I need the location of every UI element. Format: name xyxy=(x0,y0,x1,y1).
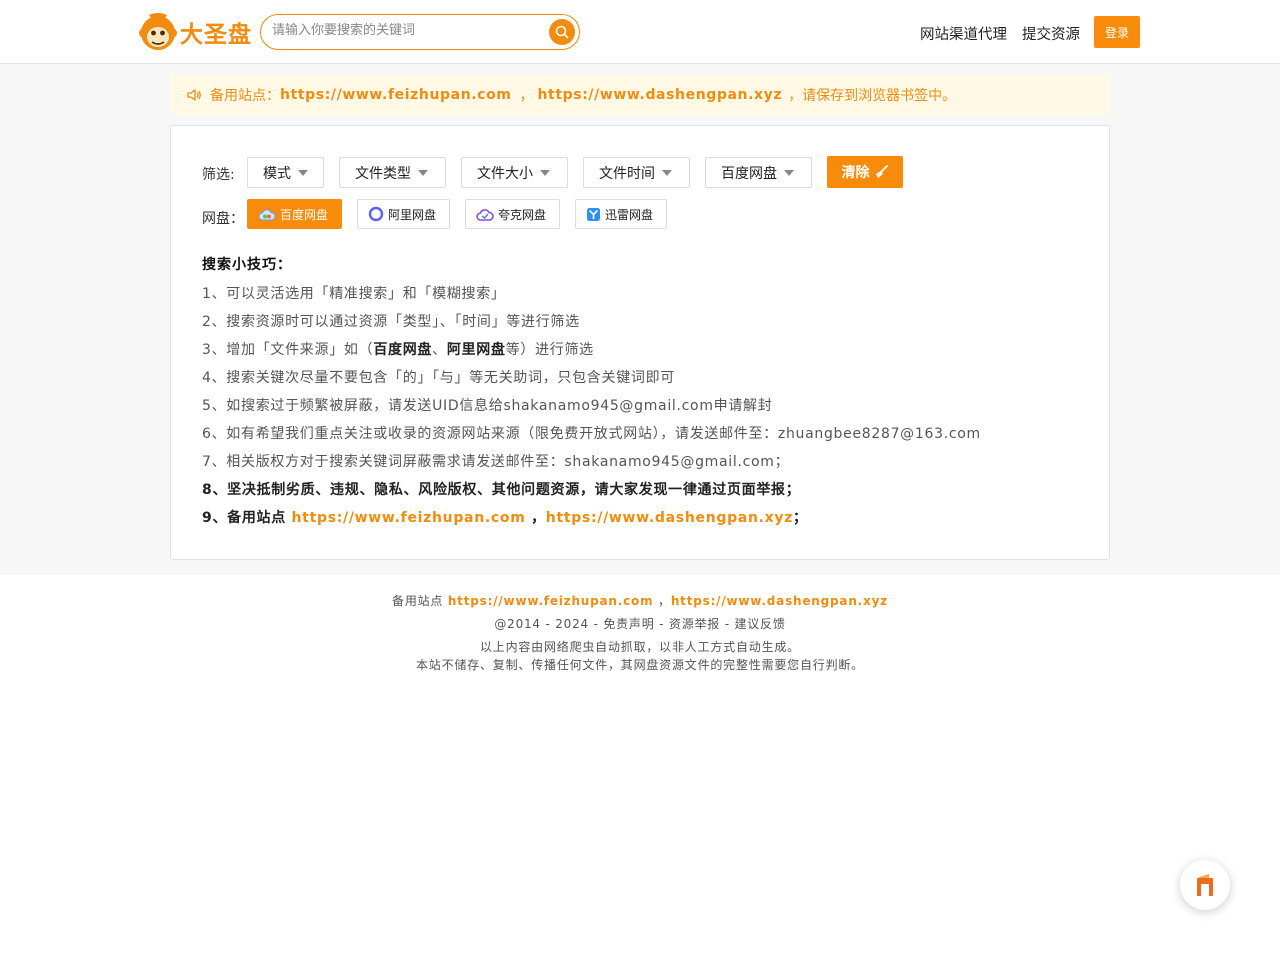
tip-2: 2、搜索资源时可以通过资源「类型」、「时间」等进行筛选 xyxy=(202,314,580,330)
file-time-dropdown[interactable]: 文件时间 xyxy=(583,157,690,188)
logo[interactable]: 大圣盘 xyxy=(139,11,252,53)
pan-xunlei[interactable]: 迅雷网盘 xyxy=(575,199,667,229)
pan-xunlei-label: 迅雷网盘 xyxy=(605,207,654,222)
tip-6: 6、如有希望我们重点关注或收录的资源网站来源（限免费开放式网站），请发送邮件至：… xyxy=(202,426,981,442)
chevron-down-icon xyxy=(540,169,550,176)
clear-button[interactable]: 清除 xyxy=(827,156,903,188)
quark-cloud-icon xyxy=(476,208,494,221)
file-size-dropdown-label: 文件大小 xyxy=(477,165,533,182)
clear-button-label: 清除 xyxy=(841,165,870,181)
tip-9-url-1[interactable]: https://www.feizhupan.com xyxy=(292,510,526,526)
tip-9: 9、备用站点 https://www.feizhupan.com ，https:… xyxy=(202,507,808,527)
footer-url-2[interactable]: https://www.dashengpan.xyz xyxy=(671,594,888,608)
footer-disclaimer-link[interactable]: 免责声明 xyxy=(603,617,654,631)
notice-url-1[interactable]: https://www.feizhupan.com xyxy=(280,87,511,103)
footer-disclaimer-1: 以上内容由网络爬虫自动抓取，以非人工方式自动生成。 xyxy=(479,640,800,654)
speaker-icon xyxy=(187,89,201,101)
nav-agent-link[interactable]: 网站渠道代理 xyxy=(920,23,1007,44)
footer-comma: ， xyxy=(653,594,671,608)
footer-dash: - xyxy=(588,617,604,631)
pan-source-dropdown[interactable]: 百度网盘 xyxy=(705,157,812,188)
notice-bar: 备用站点： https://www.feizhupan.com ， https:… xyxy=(170,75,1110,115)
bookmark-icon xyxy=(1197,874,1213,896)
footer-report-link[interactable]: 资源举报 xyxy=(669,617,720,631)
monkey-logo-icon xyxy=(139,13,177,50)
broom-icon xyxy=(875,165,888,178)
logo-text: 大圣盘 xyxy=(180,22,252,48)
footer-feedback-link[interactable]: 建议反馈 xyxy=(734,617,785,631)
search-panel: 筛选: 模式 文件类型 文件大小 文件时间 百度网盘 清除 网盘： 百度网盘 阿… xyxy=(170,125,1110,560)
pan-baidu[interactable]: 百度网盘 xyxy=(247,199,342,229)
tip-7: 7、相关版权方对于搜索关键词屏蔽需求请发送邮件至：shakanamo945@gm… xyxy=(202,454,790,470)
chevron-down-icon xyxy=(418,169,428,176)
tip-3-part-c: 、 xyxy=(432,342,447,358)
footer-copyright: @2014 - 2024 xyxy=(494,617,589,631)
search-button[interactable] xyxy=(549,19,575,45)
footer-links-line: @2014 - 2024 - 免责声明 - 资源举报 - 建议反馈 xyxy=(0,615,1280,632)
file-time-dropdown-label: 文件时间 xyxy=(599,165,655,182)
search-icon xyxy=(555,25,569,39)
pan-quark[interactable]: 夸克网盘 xyxy=(465,199,560,229)
filter-label: 筛选: xyxy=(202,167,235,183)
file-type-dropdown[interactable]: 文件类型 xyxy=(339,157,446,188)
tips-title: 搜索小技巧： xyxy=(202,257,292,273)
pan-aliyun-label: 阿里网盘 xyxy=(388,207,437,222)
tip-9-comma: ， xyxy=(525,510,546,526)
pan-baidu-label: 百度网盘 xyxy=(280,207,329,222)
chevron-down-icon xyxy=(298,169,308,176)
search-box xyxy=(260,14,580,50)
pan-source-dropdown-label: 百度网盘 xyxy=(721,165,777,182)
chevron-down-icon xyxy=(784,169,794,176)
file-size-dropdown[interactable]: 文件大小 xyxy=(461,157,568,188)
notice-prefix: 备用站点： xyxy=(210,88,280,104)
footer-dash: - xyxy=(720,617,735,631)
footer-dash: - xyxy=(654,617,669,631)
tip-9-suffix: ； xyxy=(793,510,808,526)
notice-suffix: ，请保存到浏览器书签中。 xyxy=(788,88,957,104)
nav-submit-resource-link[interactable]: 提交资源 xyxy=(1022,23,1080,44)
footer-disclaimer-2: 本站不储存、复制、传播任何文件，其网盘资源文件的完整性需要您自行判断。 xyxy=(415,658,864,672)
tip-5: 5、如搜索过于频繁被屏蔽，请发送UID信息给shakanamo945@gmail… xyxy=(202,398,773,414)
pan-aliyun[interactable]: 阿里网盘 xyxy=(357,199,450,229)
baidu-cloud-icon xyxy=(258,208,276,220)
header: 大圣盘 网站渠道代理 提交资源 登录 xyxy=(0,0,1280,64)
file-type-dropdown-label: 文件类型 xyxy=(355,165,411,182)
tip-8: 8、坚决抵制劣质、违规、隐私、风险版权、其他问题资源，请大家发现一律通过页面举报… xyxy=(202,482,801,498)
footer-backup-line: 备用站点 https://www.feizhupan.com ，https://… xyxy=(0,592,1280,609)
chevron-down-icon xyxy=(662,169,672,176)
tip-3-part-a: 3、增加「文件来源」如（ xyxy=(202,342,374,358)
aliyun-drive-icon xyxy=(368,206,384,222)
login-button[interactable]: 登录 xyxy=(1094,16,1140,48)
tip-4: 4、搜索关键次尽量不要包含「的」「与」等无关助词，只包含关键词即可 xyxy=(202,370,676,386)
tip-3: 3、增加「文件来源」如（百度网盘、阿里网盘等）进行筛选 xyxy=(202,339,594,359)
tip-3-baidu: 百度网盘 xyxy=(373,342,433,358)
notice-url-2[interactable]: https://www.dashengpan.xyz xyxy=(537,87,782,103)
search-input[interactable] xyxy=(272,23,542,38)
floating-action-button[interactable] xyxy=(1180,860,1230,910)
mode-dropdown[interactable]: 模式 xyxy=(247,157,324,188)
tip-9-prefix: 9、备用站点 xyxy=(202,510,292,526)
mode-dropdown-label: 模式 xyxy=(263,165,291,182)
xunlei-icon xyxy=(587,207,600,221)
pan-quark-label: 夸克网盘 xyxy=(498,207,547,222)
tip-3-aliyun: 阿里网盘 xyxy=(446,342,506,358)
main-area: 备用站点： https://www.feizhupan.com ， https:… xyxy=(0,64,1280,575)
footer-url-1[interactable]: https://www.feizhupan.com xyxy=(448,594,654,608)
tip-1: 1、可以灵活选用「精准搜索」和「模糊搜索」 xyxy=(202,286,506,302)
tip-3-part-e: 等）进行筛选 xyxy=(505,342,594,358)
pan-label: 网盘： xyxy=(202,211,244,227)
tip-9-url-2[interactable]: https://www.dashengpan.xyz xyxy=(546,510,793,526)
footer-backup-prefix: 备用站点 xyxy=(392,594,448,608)
notice-comma: ， xyxy=(519,88,534,104)
